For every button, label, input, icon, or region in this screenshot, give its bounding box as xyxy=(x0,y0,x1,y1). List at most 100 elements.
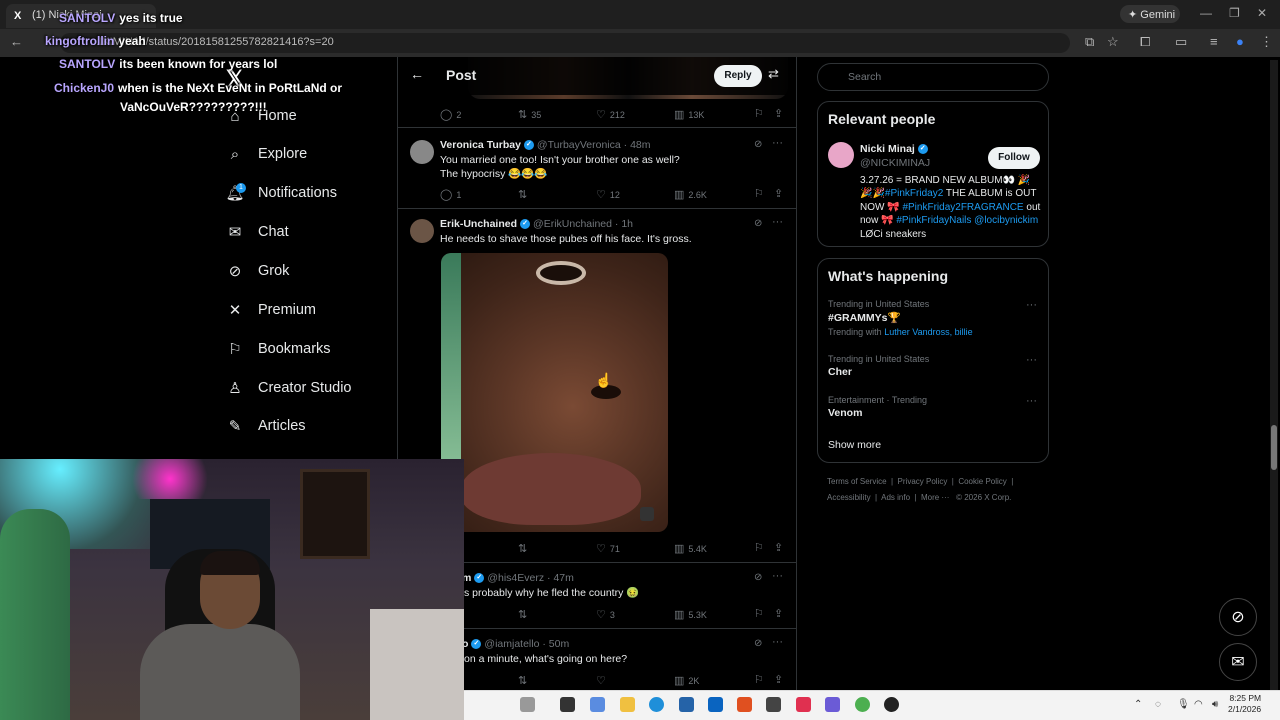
sidebar-item-articles[interactable]: ✎ Articles xyxy=(226,414,306,438)
like-action[interactable]: ♡ xyxy=(596,674,674,687)
reply-image[interactable] xyxy=(441,253,668,532)
app-icon[interactable] xyxy=(884,697,899,712)
sidebar-item-creator-studio[interactable]: ♙ Creator Studio xyxy=(226,376,351,400)
folder-icon[interactable] xyxy=(620,697,635,712)
like-action[interactable]: ♡ 3 xyxy=(596,608,674,621)
like-action[interactable]: ♡ 12 xyxy=(596,188,674,201)
hashtag-link[interactable]: #PinkFriday2FRAGRANCE xyxy=(902,202,1023,213)
menu-icon[interactable]: ⋮ xyxy=(1260,34,1273,50)
star-icon[interactable]: ☆ xyxy=(1107,34,1119,50)
favorites-icon[interactable]: ≡ xyxy=(1210,34,1218,49)
reply-author[interactable]: Veronica Turbay ✓ @TurbayVeronica · 48m xyxy=(440,139,651,151)
avatar[interactable] xyxy=(410,219,434,243)
more-icon[interactable]: ··· xyxy=(1026,395,1037,407)
sort-icon[interactable]: ⇄ xyxy=(768,66,779,82)
brave-icon[interactable] xyxy=(737,697,752,712)
views-action[interactable]: ▥ 2.6K xyxy=(674,188,752,201)
app-icon[interactable] xyxy=(520,697,535,712)
outlook-icon[interactable] xyxy=(708,697,723,712)
footer-link[interactable]: Ads info xyxy=(881,493,910,502)
share-icon[interactable]: ⇪ xyxy=(774,541,783,554)
scrollbar-track[interactable] xyxy=(1270,60,1278,690)
messages-float-button[interactable]: ✉ xyxy=(1219,643,1257,681)
chrome-icon[interactable] xyxy=(855,697,870,712)
extensions-icon[interactable]: ⧠ xyxy=(1140,34,1150,50)
footer-link[interactable]: Accessibility xyxy=(827,493,871,502)
app-icon[interactable] xyxy=(560,697,575,712)
bookmark-icon[interactable]: ⚐ xyxy=(754,187,764,200)
reply-button[interactable]: Reply xyxy=(714,65,762,87)
split-icon[interactable]: ▭ xyxy=(1175,34,1187,50)
hashtag-link[interactable]: #PinkFridayNails xyxy=(896,215,971,226)
footer-link[interactable]: Cookie Policy xyxy=(958,477,1006,486)
search-input[interactable]: Search xyxy=(817,63,1049,91)
grok-icon[interactable]: ⊘ xyxy=(754,218,762,229)
repost-action[interactable]: ⇅ xyxy=(518,188,596,201)
reply-author[interactable]: m ✓ @his4Everz · 47m xyxy=(462,572,574,584)
hashtag-link[interactable]: #PinkFriday2 xyxy=(885,188,943,199)
footer-link[interactable]: Terms of Service xyxy=(827,477,887,486)
reply-action[interactable]: ◯ 2 xyxy=(440,108,518,121)
show-more-link[interactable]: Show more xyxy=(828,439,881,451)
reply-action[interactable]: ◯ 1 xyxy=(440,188,518,201)
sidebar-item-bookmarks[interactable]: ⚐ Bookmarks xyxy=(226,337,330,361)
like-action[interactable]: ♡ 71 xyxy=(596,542,674,555)
more-icon[interactable]: ··· xyxy=(1026,299,1037,311)
bookmark-icon[interactable]: ⚐ xyxy=(754,607,764,620)
mention-link[interactable]: @locibynickim xyxy=(974,215,1038,226)
share-icon[interactable]: ⇪ xyxy=(774,673,783,686)
copilot-icon[interactable]: ● xyxy=(1236,34,1244,49)
sidebar-item-grok[interactable]: ⊘ Grok xyxy=(226,259,290,283)
more-icon[interactable]: ··· xyxy=(1026,354,1037,366)
views-action[interactable]: ▥ 2K xyxy=(674,674,752,687)
trend-with-links[interactable]: Luther Vandross, billie xyxy=(884,327,972,337)
sidebar-item-explore[interactable]: ⌕ Explore xyxy=(226,142,307,166)
avatar[interactable] xyxy=(828,142,854,168)
close-icon[interactable]: ✕ xyxy=(1257,6,1267,20)
bookmark-icon[interactable]: ⚐ xyxy=(754,541,764,554)
gemini-button[interactable]: ✦ Gemini xyxy=(1120,5,1180,23)
taskbar-clock[interactable]: 8:25 PM 2/1/2026 xyxy=(1228,693,1261,715)
reply-author[interactable]: Erik-Unchained ✓ @ErikUnchained · 1h xyxy=(440,218,633,230)
trend-name[interactable]: Cher xyxy=(828,366,852,378)
bookmark-icon[interactable]: ⚐ xyxy=(754,673,764,686)
app-icon[interactable] xyxy=(825,697,840,712)
footer-link[interactable]: More ··· xyxy=(921,493,949,502)
sidebar-item-chat[interactable]: ✉ Chat xyxy=(226,220,289,244)
repost-action[interactable]: ⇅ xyxy=(518,608,596,621)
app-icon[interactable] xyxy=(766,697,781,712)
share-icon[interactable]: ⇪ xyxy=(774,607,783,620)
wifi-icon[interactable]: ◠ xyxy=(1194,699,1203,710)
scrollbar-thumb[interactable] xyxy=(1271,425,1277,470)
repost-action[interactable]: ⇅ xyxy=(518,674,596,687)
like-action[interactable]: ♡ 212 xyxy=(596,108,674,121)
store-icon[interactable] xyxy=(679,697,694,712)
views-action[interactable]: ▥ 13K xyxy=(674,108,752,121)
more-icon[interactable]: ··· xyxy=(772,137,783,149)
back-arrow-icon[interactable]: ← xyxy=(410,66,424,82)
image-alt-icon[interactable] xyxy=(640,507,654,521)
edge-icon[interactable] xyxy=(649,697,664,712)
grok-icon[interactable]: ⊘ xyxy=(754,139,762,150)
avatar[interactable] xyxy=(410,140,434,164)
follow-button[interactable]: Follow xyxy=(988,147,1040,169)
grok-float-button[interactable]: ⊘ xyxy=(1219,598,1257,636)
network-icon[interactable]: ◌ xyxy=(1155,699,1161,710)
screenshot-icon[interactable]: ⧉ xyxy=(1085,34,1094,50)
chevron-up-icon[interactable]: ⌃ xyxy=(1134,699,1142,710)
more-icon[interactable]: ··· xyxy=(772,216,783,228)
back-nav-icon[interactable]: ← xyxy=(10,34,23,49)
volume-icon[interactable]: 🔊︎ xyxy=(1212,699,1218,710)
maximize-icon[interactable]: ❐ xyxy=(1229,6,1240,20)
share-icon[interactable]: ⇪ xyxy=(774,107,783,120)
footer-link[interactable]: Privacy Policy xyxy=(898,477,948,486)
more-icon[interactable]: ··· xyxy=(772,570,783,582)
share-icon[interactable]: ⇪ xyxy=(774,187,783,200)
grok-icon[interactable]: ⊘ xyxy=(754,638,762,649)
more-icon[interactable]: ··· xyxy=(772,636,783,648)
trend-name[interactable]: #GRAMMYs🏆 xyxy=(828,311,901,324)
minimize-icon[interactable]: — xyxy=(1200,6,1212,20)
sidebar-item-premium[interactable]: ✕ Premium xyxy=(226,298,316,322)
views-action[interactable]: ▥ 5.4K xyxy=(674,542,752,555)
views-action[interactable]: ▥ 5.3K xyxy=(674,608,752,621)
